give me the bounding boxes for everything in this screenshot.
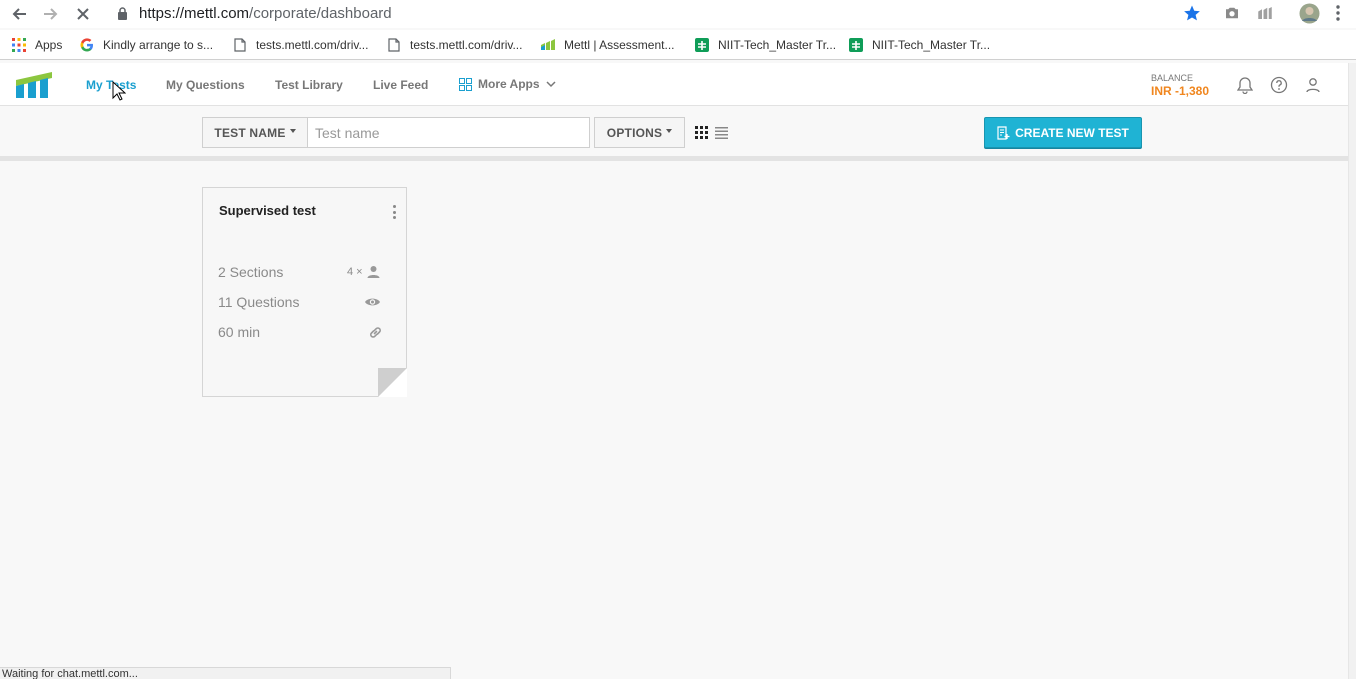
bookmark-item[interactable]: NIIT-Tech_Master Tr... bbox=[694, 37, 836, 53]
scrollbar[interactable] bbox=[1348, 63, 1356, 679]
sheets-icon bbox=[848, 37, 864, 53]
url-host: https://mettl.com bbox=[139, 5, 250, 22]
mettl-extension-icon[interactable] bbox=[1256, 4, 1274, 27]
bookmark-label: Apps bbox=[35, 38, 63, 52]
eye-icon[interactable] bbox=[364, 296, 381, 308]
filter-dropdown[interactable]: TEST NAME bbox=[202, 117, 308, 148]
test-duration: 60 min bbox=[218, 324, 261, 340]
bookmark-label: NIIT-Tech_Master Tr... bbox=[872, 38, 991, 52]
lock-icon bbox=[117, 7, 128, 25]
filter-label: TEST NAME bbox=[214, 125, 286, 140]
caret-down-icon bbox=[289, 128, 296, 133]
user-icon[interactable] bbox=[1303, 75, 1323, 95]
grid-icon bbox=[459, 77, 472, 91]
chrome-menu-icon[interactable] bbox=[1335, 4, 1341, 27]
more-apps-menu[interactable]: More Apps bbox=[459, 77, 556, 91]
more-apps-label: More Apps bbox=[478, 77, 540, 91]
candidates-count[interactable]: 4 × bbox=[347, 265, 380, 278]
bookmark-item[interactable]: NIIT-Tech_Master Tr... bbox=[848, 37, 990, 53]
create-new-test-label: CREATE NEW TEST bbox=[1015, 125, 1129, 140]
more-options-icon[interactable] bbox=[391, 205, 397, 219]
test-card[interactable]: Supervised test 2 Sections 11 Questions … bbox=[202, 187, 407, 397]
search-input[interactable] bbox=[307, 117, 590, 148]
bookmark-label: NIIT-Tech_Master Tr... bbox=[718, 38, 837, 52]
bookmark-label: tests.mettl.com/driv... bbox=[256, 38, 369, 52]
test-questions: 11 Questions bbox=[218, 294, 300, 310]
forward-arrow-icon[interactable] bbox=[41, 4, 61, 24]
bookmark-label: tests.mettl.com/driv... bbox=[410, 38, 523, 52]
page-icon bbox=[386, 37, 402, 53]
link-icon[interactable] bbox=[368, 325, 383, 340]
create-new-test-button[interactable]: CREATE NEW TEST bbox=[984, 117, 1142, 148]
nav-live-feed[interactable]: Live Feed bbox=[373, 78, 428, 92]
mouse-cursor-icon bbox=[112, 81, 126, 101]
address-field[interactable]: https://mettl.com/corporate/dashboard bbox=[139, 5, 392, 22]
camera-icon[interactable] bbox=[1223, 4, 1241, 27]
bell-icon[interactable] bbox=[1235, 75, 1255, 95]
options-dropdown[interactable]: OPTIONS bbox=[594, 117, 685, 148]
test-sections: 2 Sections bbox=[218, 264, 284, 280]
nav-my-questions[interactable]: My Questions bbox=[166, 78, 245, 92]
help-icon[interactable] bbox=[1269, 75, 1289, 95]
apps-grid-icon bbox=[11, 37, 27, 53]
bookmark-star-icon[interactable] bbox=[1183, 4, 1201, 27]
bookmark-label: Kindly arrange to s... bbox=[103, 38, 214, 52]
bookmark-item[interactable]: Kindly arrange to s... bbox=[79, 37, 213, 53]
nav-test-library[interactable]: Test Library bbox=[275, 78, 343, 92]
candidates-count-value: 4 × bbox=[347, 265, 363, 278]
grid-view-icon[interactable] bbox=[695, 126, 708, 144]
bookmarks-bar: Apps Kindly arrange to s... tests.mettl.… bbox=[0, 30, 1356, 60]
browser-url-bar: https://mettl.com/corporate/dashboard bbox=[0, 0, 1356, 28]
test-title[interactable]: Supervised test bbox=[219, 203, 316, 218]
page-icon bbox=[232, 37, 248, 53]
back-arrow-icon[interactable] bbox=[9, 4, 29, 24]
mettl-icon bbox=[540, 37, 556, 53]
balance-label: BALANCE bbox=[1151, 73, 1194, 83]
bookmark-label: Mettl | Assessment... bbox=[564, 38, 675, 52]
mettl-logo[interactable] bbox=[16, 72, 52, 103]
sheets-icon bbox=[694, 37, 710, 53]
bookmark-apps[interactable]: Apps bbox=[11, 37, 62, 53]
url-path: /corporate/dashboard bbox=[249, 5, 392, 22]
bookmark-item[interactable]: tests.mettl.com/driv... bbox=[232, 37, 368, 53]
google-icon bbox=[79, 37, 95, 53]
page-fold-icon bbox=[378, 368, 407, 397]
person-icon bbox=[367, 265, 380, 278]
app-header: My Tests My Questions Test Library Live … bbox=[0, 63, 1348, 106]
bookmark-item[interactable]: tests.mettl.com/driv... bbox=[386, 37, 522, 53]
caret-down-icon bbox=[666, 128, 673, 133]
tests-toolbar: TEST NAME OPTIONS CREATE NEW TEST bbox=[0, 107, 1348, 161]
balance-value: INR -1,380 bbox=[1151, 84, 1210, 98]
chevron-down-icon bbox=[546, 80, 556, 88]
options-label: OPTIONS bbox=[606, 125, 663, 140]
browser-status-bar: Waiting for chat.mettl.com... bbox=[0, 667, 451, 679]
profile-avatar[interactable] bbox=[1299, 3, 1320, 29]
balance-display: BALANCE INR -1,380 bbox=[1151, 73, 1209, 98]
list-view-icon[interactable] bbox=[715, 126, 728, 144]
stop-loading-icon[interactable] bbox=[73, 4, 93, 24]
bookmark-item[interactable]: Mettl | Assessment... bbox=[540, 37, 674, 53]
new-test-icon bbox=[997, 125, 1010, 140]
